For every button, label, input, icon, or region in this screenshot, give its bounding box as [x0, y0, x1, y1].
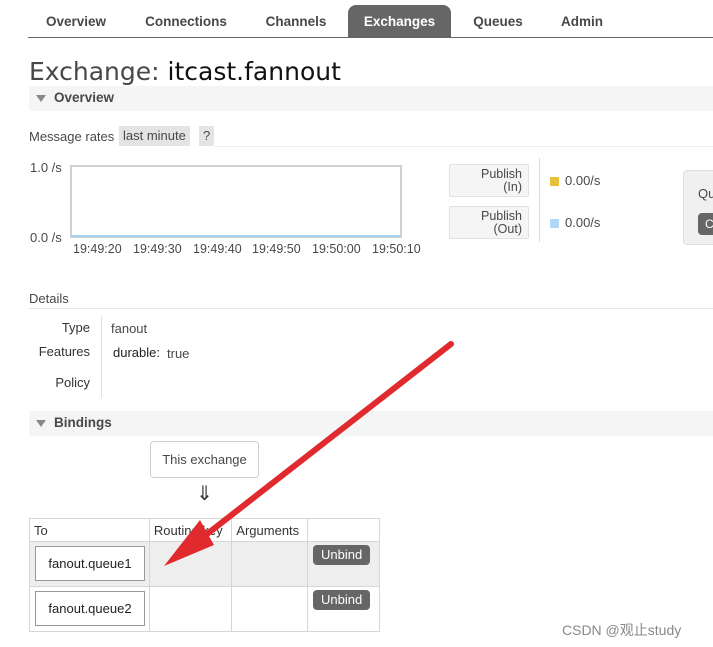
publish-in-rate: 0.00/s	[565, 173, 601, 188]
panel-button[interactable]: C	[698, 213, 713, 235]
bindings-section-label: Bindings	[54, 415, 112, 430]
exchange-name: itcast.fannout	[167, 57, 341, 86]
legend-swatch-publish-out	[550, 219, 559, 228]
publish-out-rate: 0.00/s	[565, 215, 601, 230]
down-arrow-icon: ⇓	[196, 483, 213, 505]
chart-x-tick: 19:49:30	[133, 242, 182, 256]
type-value: fanout	[111, 321, 148, 336]
help-button[interactable]: ?	[199, 126, 215, 146]
arguments-cell	[231, 586, 309, 632]
routing-key-cell	[148, 541, 233, 587]
queue-link[interactable]: fanout.queue2	[35, 591, 145, 626]
type-key: Type	[61, 320, 90, 335]
features-key: Features	[38, 344, 90, 359]
legend-publish-out[interactable]: Publish (Out)	[449, 206, 529, 239]
chart-y-min-label: 0.0 /s	[30, 230, 62, 245]
chart-x-tick: 19:50:10	[372, 242, 421, 256]
tab-exchanges[interactable]: Exchanges	[348, 5, 451, 38]
chart-x-tick: 19:50:00	[312, 242, 361, 256]
message-rates-label: Message rates	[29, 129, 115, 144]
column-header: To	[29, 518, 150, 542]
table-row: fanout.queue2 Unbind	[29, 586, 380, 632]
column-header	[307, 518, 380, 542]
overview-section-header[interactable]: Overview	[29, 86, 713, 111]
legend-swatch-publish-in	[550, 177, 559, 186]
legend-sublabel: (Out)	[493, 222, 522, 236]
bindings-table: To Routing key Arguments fanout.queue1 U…	[29, 518, 380, 632]
bindings-section-header[interactable]: Bindings	[29, 411, 713, 436]
table-row: fanout.queue1 Unbind	[29, 541, 380, 587]
this-exchange-box: This exchange	[150, 441, 259, 478]
divider	[101, 316, 102, 398]
tab-connections[interactable]: Connections	[132, 5, 240, 38]
unbind-button[interactable]: Unbind	[313, 545, 371, 565]
unbind-button[interactable]: Unbind	[313, 590, 371, 610]
legend-sublabel: (In)	[503, 180, 522, 194]
divider	[29, 308, 713, 309]
chart-x-tick: 19:49:40	[193, 242, 242, 256]
collapse-triangle-icon	[36, 95, 46, 102]
tab-queues[interactable]: Queues	[462, 5, 534, 38]
routing-key-cell	[148, 586, 233, 632]
legend-publish-in[interactable]: Publish (In)	[449, 164, 529, 197]
chart-x-tick: 19:49:50	[252, 242, 301, 256]
chart-series-line	[72, 235, 400, 237]
tab-channels[interactable]: Channels	[250, 5, 342, 38]
page-title-prefix: Exchange:	[29, 57, 160, 86]
divider	[215, 146, 713, 147]
details-heading: Details	[29, 291, 69, 306]
chart-y-max-label: 1.0 /s	[30, 160, 62, 175]
queued-messages-panel: Qu C	[683, 170, 713, 245]
chart-x-tick: 19:49:20	[73, 242, 122, 256]
collapse-triangle-icon	[36, 420, 46, 427]
arguments-cell	[231, 541, 309, 587]
range-selector[interactable]: last minute	[119, 126, 190, 146]
watermark: CSDN @观止study	[562, 622, 682, 638]
page-title: Exchange: itcast.fannout	[29, 57, 341, 86]
top-nav: Overview Connections Channels Exchanges …	[28, 5, 713, 38]
panel-label: Qu	[698, 186, 713, 201]
tab-overview[interactable]: Overview	[28, 5, 124, 38]
column-header: Routing key	[148, 518, 233, 542]
tab-admin[interactable]: Admin	[548, 5, 616, 38]
policy-key: Policy	[55, 375, 90, 390]
overview-section-label: Overview	[54, 90, 115, 105]
message-rate-chart	[70, 165, 402, 238]
table-header-row: To Routing key Arguments	[29, 518, 380, 542]
feature-durable-value: true	[167, 346, 190, 361]
column-header: Arguments	[231, 518, 309, 542]
queue-link[interactable]: fanout.queue1	[35, 546, 145, 581]
feature-durable-name: durable:	[113, 345, 160, 360]
divider	[539, 158, 540, 242]
